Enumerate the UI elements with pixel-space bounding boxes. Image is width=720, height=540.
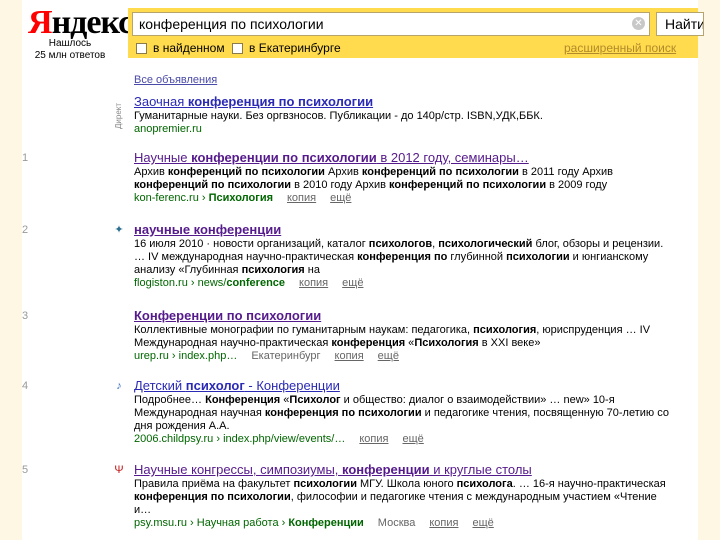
more-link[interactable]: ещё xyxy=(342,277,363,289)
results-count: Нашлось 25 млн ответов xyxy=(22,38,118,62)
header: Яндекс Нашлось 25 млн ответов конференци… xyxy=(22,0,704,66)
result-title[interactable]: научные конференции xyxy=(134,222,674,238)
result-title[interactable]: Научные конгрессы, симпозиумы, конференц… xyxy=(134,462,674,478)
result-url[interactable]: kon-ferenc.ru › Психология копия ещё xyxy=(134,192,674,205)
ad-result: Заочная конференция по психологии Гумани… xyxy=(134,94,674,136)
result-url[interactable]: urep.ru › index.php… Екатеринбург копия ещё xyxy=(134,350,674,363)
search-result: Научные конференции по психологии в 2012… xyxy=(134,150,674,205)
result-url[interactable]: anopremier.ru xyxy=(134,123,674,136)
result-snippet: Коллективные монографии по гуманитарным … xyxy=(134,324,651,349)
filter-in-found[interactable]: в найденном xyxy=(136,41,225,55)
filter-city[interactable]: в Екатеринбурге xyxy=(232,41,341,55)
result-number: 3 xyxy=(22,310,29,322)
result-number: 4 xyxy=(22,380,29,392)
clear-icon[interactable]: ✕ xyxy=(632,17,645,30)
cache-link[interactable]: копия xyxy=(429,517,458,529)
search-bar: конференция по психологии ✕ Найти в найд… xyxy=(128,8,704,58)
result-title[interactable]: Детский психолог - Конференции xyxy=(134,378,674,394)
result-title[interactable]: Научные конференции по психологии в 2012… xyxy=(134,150,674,166)
search-input[interactable]: конференция по психологии xyxy=(132,12,650,36)
cache-link[interactable]: копия xyxy=(359,433,388,445)
advanced-search-link[interactable]: расширенный поиск xyxy=(564,41,676,55)
filter-city-label: в Екатеринбурге xyxy=(249,41,341,55)
result-title[interactable]: Конференции по психологии xyxy=(134,308,674,324)
result-url[interactable]: 2006.childpsy.ru › index.php/view/events… xyxy=(134,433,674,446)
yandex-logo[interactable]: Яндекс xyxy=(28,6,133,40)
results-count-line1: Нашлось xyxy=(48,38,92,49)
result-title[interactable]: Заочная конференция по психологии xyxy=(134,94,674,110)
direct-ad-label: Директ xyxy=(114,102,123,130)
checkbox-icon[interactable] xyxy=(232,42,243,54)
result-number: 2 xyxy=(22,224,29,236)
result-snippet: 16 июля 2010 · новости организаций, ката… xyxy=(134,238,664,276)
more-link[interactable]: ещё xyxy=(402,433,423,445)
result-url[interactable]: psy.msu.ru › Научная работа › Конференци… xyxy=(134,517,674,530)
cache-link[interactable]: копия xyxy=(299,277,328,289)
favicon-childpsy: ♪ xyxy=(116,380,122,392)
more-link[interactable]: ещё xyxy=(330,192,351,204)
filter-in-found-label: в найденном xyxy=(153,41,225,55)
result-number: 5 xyxy=(22,464,29,476)
search-result: Детский психолог - Конференции Подробнее…… xyxy=(134,378,674,446)
result-snippet: Правила приёма на факультет психологии М… xyxy=(134,478,666,516)
favicon-flogiston: ✦ xyxy=(114,224,124,236)
region-label: Екатеринбург xyxy=(251,350,321,362)
result-snippet: Архив конференций по психологии Архив ко… xyxy=(134,166,614,191)
cache-link[interactable]: копия xyxy=(335,350,364,362)
search-result: научные конференции 16 июля 2010 · новост… xyxy=(134,222,674,290)
search-button[interactable]: Найти xyxy=(656,12,704,36)
more-link[interactable]: ещё xyxy=(378,350,399,362)
result-url[interactable]: flogiston.ru › news/conference копия ещё xyxy=(134,277,674,290)
results-count-line2: 25 млн ответов xyxy=(34,50,106,61)
result-number: 1 xyxy=(22,152,29,164)
favicon-msu: Ψ xyxy=(114,464,124,476)
more-link[interactable]: ещё xyxy=(472,517,493,529)
search-result: Научные конгрессы, симпозиумы, конференц… xyxy=(134,462,674,530)
result-snippet: Подробнее… Конференция «Психолог и общес… xyxy=(134,394,669,432)
cache-link[interactable]: копия xyxy=(287,192,316,204)
checkbox-icon[interactable] xyxy=(136,42,147,54)
all-ads-link[interactable]: Все объявления xyxy=(134,74,217,86)
search-results-page: Яндекс Нашлось 25 млн ответов конференци… xyxy=(22,0,704,540)
search-result: Конференции по психологии Коллективные мо… xyxy=(134,308,674,363)
region-label: Москва xyxy=(377,517,416,529)
result-snippet: Гуманитарные науки. Без оргвзносов. Публ… xyxy=(134,110,543,122)
